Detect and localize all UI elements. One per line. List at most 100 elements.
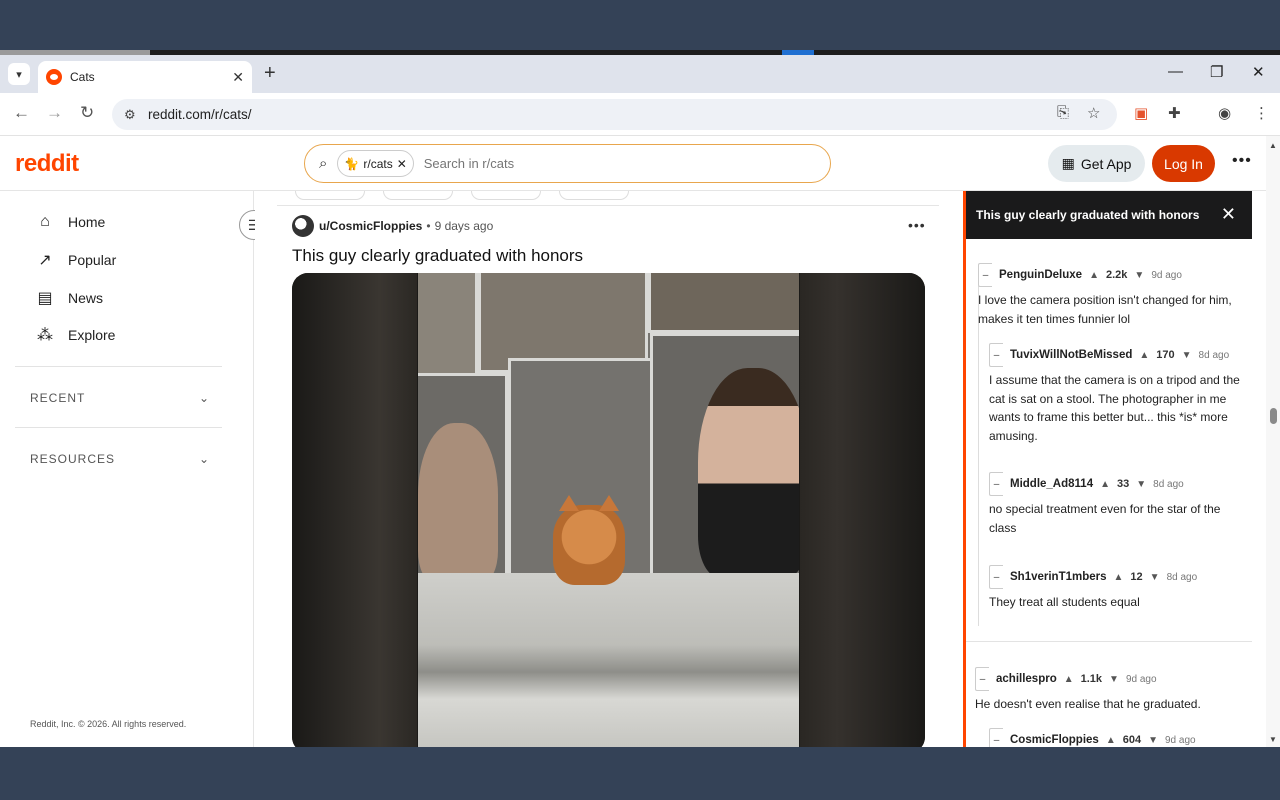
tab-cats[interactable]: Cats ✕ [38,61,252,93]
flair-pills [295,191,647,200]
chip-close-icon[interactable]: ✕ [397,157,407,171]
sidebar-item-news[interactable]: ▤ News [36,288,103,308]
install-app-icon[interactable]: ⎘ [1057,104,1069,121]
comment-age: 8d ago [1166,571,1198,583]
comment-age: 8d ago [1198,349,1230,361]
browser-menu-icon[interactable]: ⋮ [1254,104,1269,122]
explore-icon: ⁂ [37,327,53,344]
scroll-down-icon[interactable]: ▼ [1269,735,1277,744]
comment-author[interactable]: PenguinDeluxe [999,269,1082,281]
divider [277,205,939,206]
comment: – Middle_Ad8114 ▲ 33 ▼ 8d ago no special… [989,472,1247,537]
upvote-icon[interactable]: ▲ [1139,350,1149,361]
comment: – Sh1verinT1mbers ▲ 12 ▼ 8d ago They tre… [989,565,1247,612]
comment-author[interactable]: Sh1verinT1mbers [1010,571,1107,583]
collapse-toggle[interactable]: – [975,667,989,691]
upvote-icon[interactable]: ▲ [1089,270,1099,281]
post-author[interactable]: u/CosmicFloppies [319,219,422,233]
more-options-icon[interactable]: ••• [1232,152,1252,170]
address-bar[interactable]: ⚙ reddit.com/r/cats/ [112,99,1117,130]
downvote-icon[interactable]: ▼ [1109,674,1119,685]
comment-author[interactable]: Middle_Ad8114 [1010,478,1093,490]
comment-score: 12 [1130,571,1143,583]
profile-icon[interactable]: ◉ [1218,104,1231,122]
forward-arrow-icon[interactable]: → [46,103,63,123]
sidebar-item-label: Popular [68,252,117,268]
comment-author[interactable]: CosmicFloppies [1010,734,1099,746]
comment: – TuvixWillNotBeMissed ▲ 170 ▼ 8d ago I … [989,343,1247,445]
reddit-logo[interactable]: reddit [15,150,79,178]
login-button[interactable]: Log In [1152,145,1215,182]
subreddit-avatar-icon: 🐈 [344,156,360,171]
collapse-toggle[interactable]: – [989,728,1003,747]
upvote-icon[interactable]: ▲ [1100,479,1110,490]
divider [966,641,1252,642]
comment: – achillespro ▲ 1.1k ▼ 9d ago He doesn't… [975,667,1247,714]
downvote-icon[interactable]: ▼ [1134,270,1144,281]
search-bar[interactable]: ⌕ 🐈 r/cats ✕ [304,144,831,183]
comment-age: 9d ago [1125,673,1157,685]
close-icon[interactable]: ✕ [1221,204,1236,225]
downvote-icon[interactable]: ▼ [1148,735,1158,746]
left-sidebar: ⌂ Home ↗ Popular ▤ News ⁂ Explore RECENT… [0,191,269,747]
qr-code-icon: ▦ [1061,155,1075,171]
upvote-icon[interactable]: ▲ [1064,674,1074,685]
upvote-icon[interactable]: ▲ [1114,572,1124,583]
post-options-icon[interactable]: ••• [908,217,926,233]
post-meta: u/CosmicFloppies • 9 days ago [292,215,493,237]
home-icon: ⌂ [40,213,50,230]
close-tab-icon[interactable]: ✕ [232,69,244,86]
comment-body: I love the camera position isn't changed… [978,293,1232,326]
url-text: reddit.com/r/cats/ [148,107,252,122]
scroll-up-icon[interactable]: ▲ [1269,141,1277,150]
sidebar-item-popular[interactable]: ↗ Popular [36,250,116,270]
get-app-button[interactable]: ▦ Get App [1048,145,1145,182]
downvote-icon[interactable]: ▼ [1136,479,1146,490]
post-age: 9 days ago [434,219,494,233]
extension-office-icon[interactable]: ▣ [1134,104,1148,122]
reload-icon[interactable]: ↻ [80,103,94,123]
section-recent[interactable]: RECENT ⌄ [30,391,210,405]
reddit-header: reddit ⌕ 🐈 r/cats ✕ ▦ Get App Log In ••• [0,136,1266,191]
collapse-toggle[interactable]: – [989,343,1003,367]
downvote-icon[interactable]: ▼ [1150,572,1160,583]
extensions-puzzle-icon[interactable]: ✚ [1168,104,1181,122]
popular-icon: ↗ [38,252,52,269]
author-avatar[interactable] [292,215,314,237]
comment-author[interactable]: TuvixWillNotBeMissed [1010,349,1132,361]
comment-author[interactable]: achillespro [996,673,1057,685]
tab-strip: ▾ Cats ✕ + — ❐ ✕ [0,55,1280,93]
scrollbar-thumb[interactable] [1270,408,1277,424]
collapse-toggle[interactable]: – [989,565,1003,589]
comment: – CosmicFloppies ▲ 604 ▼ 9d ago [989,728,1247,747]
search-input[interactable] [423,156,724,171]
comment-score: 2.2k [1105,269,1128,281]
downvote-icon[interactable]: ▼ [1182,350,1192,361]
comment-score: 33 [1117,478,1130,490]
subreddit-search-chip[interactable]: 🐈 r/cats ✕ [337,150,414,177]
restore-icon[interactable]: ❐ [1210,63,1223,81]
tab-search-button[interactable]: ▾ [8,63,30,85]
new-tab-button[interactable]: + [264,62,276,85]
close-window-icon[interactable]: ✕ [1252,63,1265,81]
upvote-icon[interactable]: ▲ [1106,735,1116,746]
page-scrollbar[interactable]: ▲ ▼ [1266,136,1280,747]
comments-panel-title: This guy clearly graduated with honors [976,208,1200,222]
collapse-toggle[interactable]: – [978,263,992,287]
collapse-toggle[interactable]: – [989,472,1003,496]
site-info-icon[interactable]: ⚙ [124,107,146,123]
section-resources[interactable]: RESOURCES ⌄ [30,452,210,466]
back-arrow-icon[interactable]: ← [13,103,30,123]
sidebar-item-explore[interactable]: ⁂ Explore [36,325,115,345]
sidebar-item-home[interactable]: ⌂ Home [36,213,105,231]
comment-score: 604 [1122,734,1142,746]
chip-label: r/cats [363,156,393,171]
comment-body: I assume that the camera is on a tripod … [989,373,1240,443]
comment-body: no special treatment even for the star o… [989,502,1221,535]
bookmark-star-icon[interactable]: ☆ [1087,104,1100,122]
minimize-icon[interactable]: — [1168,63,1183,80]
section-label: RECENT [30,391,86,405]
post-image[interactable] [292,273,925,747]
navigation-bar: ← → ↻ ⚙ reddit.com/r/cats/ ⎘ ☆ ▣ ✚ ◉ ⋮ [0,93,1280,136]
sidebar-item-label: Home [68,214,106,230]
